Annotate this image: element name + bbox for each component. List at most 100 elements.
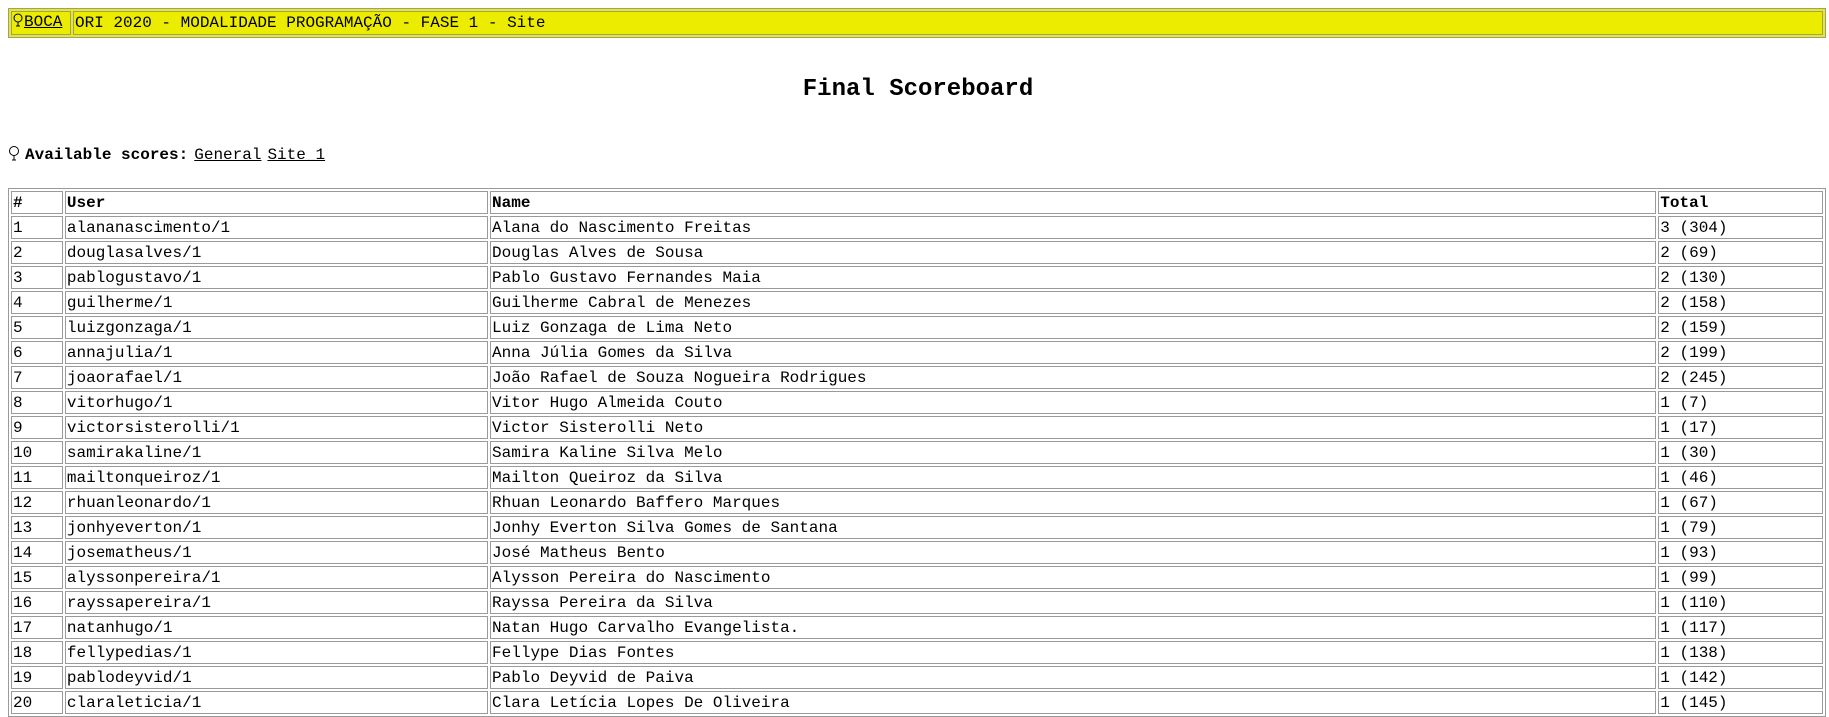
user-cell: natanhugo/1 <box>64 616 489 639</box>
table-row: 20 claraleticia/1 Clara Letícia Lopes De O… <box>11 691 1823 714</box>
total-cell: 1 (93) <box>1658 541 1823 564</box>
table-row: 5 luizgonzaga/1 Luiz Gonzaga de Lima Neto 2… <box>11 316 1823 339</box>
column-header-total: Total <box>1658 191 1823 214</box>
table-row: 18 fellypedias/1 Fellype Dias Fontes 1 (138… <box>11 641 1823 664</box>
name-cell: Fellype Dias Fontes <box>490 641 1657 664</box>
table-row: 3 pablogustavo/1 Pablo Gustavo Fernandes M… <box>11 266 1823 289</box>
total-cell: 1 (99) <box>1658 566 1823 589</box>
total-cell: 2 (199) <box>1658 341 1823 364</box>
column-header-user: User <box>64 191 489 214</box>
name-cell: Rayssa Pereira da Silva <box>490 591 1657 614</box>
total-cell: 1 (79) <box>1658 516 1823 539</box>
total-cell: 2 (130) <box>1658 266 1823 289</box>
total-cell: 2 (159) <box>1658 316 1823 339</box>
rank-cell: 20 <box>11 691 63 714</box>
user-cell: mailtonqueiroz/1 <box>64 466 489 489</box>
rank-cell: 3 <box>11 266 63 289</box>
name-cell: João Rafael de Souza Nogueira Rodrigues <box>490 366 1657 389</box>
available-scores-bar: Available scores: General Site_1 <box>8 146 325 167</box>
rank-cell: 2 <box>11 241 63 264</box>
rank-cell: 11 <box>11 466 63 489</box>
user-cell: alyssonpereira/1 <box>64 566 489 589</box>
total-cell: 3 (304) <box>1658 216 1823 239</box>
contest-title: ORI 2020 - MODALIDADE PROGRAMAÇÃO - FASE… <box>73 11 1823 35</box>
total-cell: 1 (17) <box>1658 416 1823 439</box>
total-cell: 1 (117) <box>1658 616 1823 639</box>
user-cell: vitorhugo/1 <box>64 391 489 414</box>
table-row: 16 rayssapereira/1 Rayssa Pereira da Silva… <box>11 591 1823 614</box>
rank-cell: 18 <box>11 641 63 664</box>
name-cell: Alana do Nascimento Freitas <box>490 216 1657 239</box>
name-cell: Pablo Deyvid de Paiva <box>490 666 1657 689</box>
user-cell: pablodeyvid/1 <box>64 666 489 689</box>
scoreboard-table: # User Name Total 1 alananascimento/1 Alan… <box>8 188 1826 717</box>
boca-home-link[interactable]: BOCA <box>24 13 62 31</box>
rank-cell: 14 <box>11 541 63 564</box>
top-banner: BOCA ORI 2020 - MODALIDADE PROGRAMAÇÃO -… <box>8 8 1826 38</box>
total-cell: 1 (30) <box>1658 441 1823 464</box>
table-row: 15 alyssonpereira/1 Alysson Pereira do Nas… <box>11 566 1823 589</box>
rank-cell: 8 <box>11 391 63 414</box>
lightbulb-icon <box>8 146 20 167</box>
user-cell: annajulia/1 <box>64 341 489 364</box>
table-row: 19 pablodeyvid/1 Pablo Deyvid de Paiva 1 (1… <box>11 666 1823 689</box>
name-cell: Rhuan Leonardo Baffero Marques <box>490 491 1657 514</box>
table-row: 9 victorsisterolli/1 Victor Sisterolli Net… <box>11 416 1823 439</box>
rank-cell: 10 <box>11 441 63 464</box>
name-cell: Anna Júlia Gomes da Silva <box>490 341 1657 364</box>
general-score-link[interactable]: General <box>194 146 261 164</box>
boca-logo-cell: BOCA <box>11 11 71 35</box>
table-row: 1 alananascimento/1 Alana do Nascimento Fr… <box>11 216 1823 239</box>
name-cell: Victor Sisterolli Neto <box>490 416 1657 439</box>
user-cell: luizgonzaga/1 <box>64 316 489 339</box>
total-cell: 1 (138) <box>1658 641 1823 664</box>
user-cell: joaorafael/1 <box>64 366 489 389</box>
rank-cell: 16 <box>11 591 63 614</box>
name-cell: Jonhy Everton Silva Gomes de Santana <box>490 516 1657 539</box>
table-row: 10 samirakaline/1 Samira Kaline Silva Melo… <box>11 441 1823 464</box>
rank-cell: 13 <box>11 516 63 539</box>
total-cell: 1 (142) <box>1658 666 1823 689</box>
rank-cell: 17 <box>11 616 63 639</box>
table-row: 17 natanhugo/1 Natan Hugo Carvalho Evangel… <box>11 616 1823 639</box>
name-cell: Douglas Alves de Sousa <box>490 241 1657 264</box>
rank-cell: 19 <box>11 666 63 689</box>
total-cell: 2 (69) <box>1658 241 1823 264</box>
table-row: 6 annajulia/1 Anna Júlia Gomes da Silva 2 (… <box>11 341 1823 364</box>
lightbulb-icon <box>13 13 23 33</box>
name-cell: Luiz Gonzaga de Lima Neto <box>490 316 1657 339</box>
total-cell: 2 (158) <box>1658 291 1823 314</box>
rank-cell: 7 <box>11 366 63 389</box>
name-cell: Pablo Gustavo Fernandes Maia <box>490 266 1657 289</box>
column-header-rank: # <box>11 191 63 214</box>
total-cell: 1 (7) <box>1658 391 1823 414</box>
total-cell: 1 (110) <box>1658 591 1823 614</box>
name-cell: Samira Kaline Silva Melo <box>490 441 1657 464</box>
rank-cell: 9 <box>11 416 63 439</box>
name-cell: Guilherme Cabral de Menezes <box>490 291 1657 314</box>
name-cell: José Matheus Bento <box>490 541 1657 564</box>
table-header-row: # User Name Total <box>11 191 1823 214</box>
user-cell: josematheus/1 <box>64 541 489 564</box>
site-1-score-link[interactable]: Site_1 <box>267 146 325 164</box>
user-cell: jonhyeverton/1 <box>64 516 489 539</box>
name-cell: Clara Letícia Lopes De Oliveira <box>490 691 1657 714</box>
rank-cell: 5 <box>11 316 63 339</box>
name-cell: Vitor Hugo Almeida Couto <box>490 391 1657 414</box>
total-cell: 1 (46) <box>1658 466 1823 489</box>
table-row: 7 joaorafael/1 João Rafael de Souza Noguei… <box>11 366 1823 389</box>
user-cell: douglasalves/1 <box>64 241 489 264</box>
column-header-name: Name <box>490 191 1657 214</box>
table-row: 8 vitorhugo/1 Vitor Hugo Almeida Couto 1 (7… <box>11 391 1823 414</box>
rank-cell: 12 <box>11 491 63 514</box>
table-row: 13 jonhyeverton/1 Jonhy Everton Silva Gome… <box>11 516 1823 539</box>
user-cell: rayssapereira/1 <box>64 591 489 614</box>
user-cell: guilherme/1 <box>64 291 489 314</box>
table-row: 12 rhuanleonardo/1 Rhuan Leonardo Baffero … <box>11 491 1823 514</box>
table-row: 14 josematheus/1 José Matheus Bento 1 (93) <box>11 541 1823 564</box>
user-cell: pablogustavo/1 <box>64 266 489 289</box>
user-cell: victorsisterolli/1 <box>64 416 489 439</box>
rank-cell: 4 <box>11 291 63 314</box>
user-cell: alananascimento/1 <box>64 216 489 239</box>
total-cell: 1 (67) <box>1658 491 1823 514</box>
